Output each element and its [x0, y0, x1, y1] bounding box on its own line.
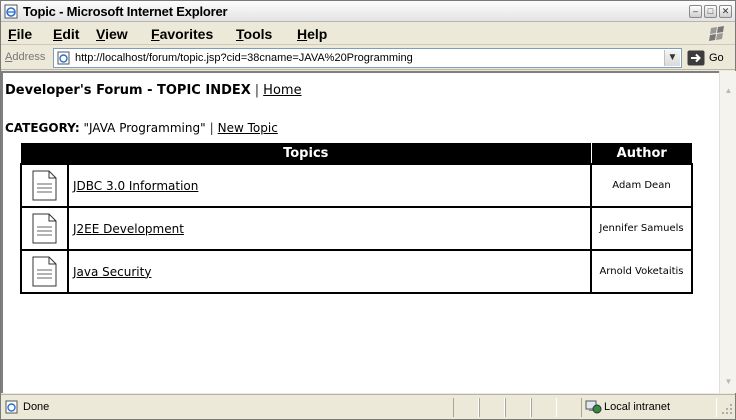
address-label: Address [5, 51, 46, 63]
browser-window: Topic - Microsoft Internet Explorer ‒ □ … [0, 0, 736, 420]
row-icon-cell [20, 163, 69, 208]
new-topic-link[interactable]: New Topic [218, 121, 278, 135]
table-row: JDBC 3.0 Information Adam Dean [20, 163, 693, 208]
go-arrow-icon[interactable] [687, 50, 705, 66]
row-icon-cell [20, 249, 69, 294]
topic-link-j2ee[interactable]: J2EE Development [73, 222, 184, 236]
menu-file[interactable]: File [8, 26, 32, 42]
category-name: "JAVA Programming" [83, 121, 206, 135]
topic-title-cell: JDBC 3.0 Information [67, 163, 592, 208]
local-intranet-icon [585, 400, 602, 414]
status-pane [531, 398, 557, 417]
menu-view[interactable]: View [96, 26, 128, 42]
document-icon [32, 213, 57, 244]
minimize-button[interactable]: ‒ [689, 5, 702, 18]
title-bar: Topic - Microsoft Internet Explorer ‒ □ … [1, 1, 735, 22]
ie-page-icon [5, 400, 18, 414]
scroll-up-icon[interactable]: ▲ [723, 85, 734, 96]
maximize-button[interactable]: □ [704, 5, 717, 18]
topic-author: Arnold Voketaitis [590, 249, 693, 294]
document-icon [32, 170, 57, 201]
table-row: J2EE Development Jennifer Samuels [20, 206, 693, 251]
status-pane [505, 398, 531, 417]
resize-grip-icon[interactable] [721, 403, 733, 415]
ie-page-icon [57, 51, 70, 65]
chevron-down-icon[interactable]: ▼ [664, 50, 680, 66]
menu-tools[interactable]: Tools [236, 26, 272, 42]
category-separator: | [209, 121, 214, 135]
address-bar: Address http://localhost/forum/topic.jsp… [1, 46, 735, 70]
forum-heading: Developer's Forum - TOPIC INDEX [5, 83, 251, 98]
vertical-scrollbar[interactable]: ▲ ▼ [719, 71, 736, 393]
windows-flag-icon [709, 26, 724, 41]
topic-author: Adam Dean [590, 163, 693, 208]
topic-author: Jennifer Samuels [590, 206, 693, 251]
scroll-down-icon[interactable]: ▼ [723, 376, 734, 387]
table-row: Java Security Arnold Voketaitis [20, 249, 693, 294]
address-value: http://localhost/forum/topic.jsp?cid=38c… [75, 52, 413, 64]
status-text: Done [23, 401, 50, 413]
topic-title-cell: J2EE Development [67, 206, 592, 251]
home-link[interactable]: Home [263, 83, 301, 98]
author-column-header: Author [591, 143, 692, 164]
status-zone-text: Local intranet [604, 401, 671, 413]
menu-edit[interactable]: Edit [53, 26, 79, 42]
close-button[interactable]: ✕ [719, 5, 732, 18]
window-title: Topic - Microsoft Internet Explorer [23, 4, 228, 19]
row-icon-cell [20, 206, 69, 251]
status-bar: Done Local intranet [1, 394, 735, 419]
address-input[interactable]: http://localhost/forum/topic.jsp?cid=38c… [53, 48, 682, 68]
document-icon [32, 256, 57, 287]
topic-link-java-security[interactable]: Java Security [73, 265, 151, 279]
page-title: Developer's Forum - TOPIC INDEX | Home [5, 83, 302, 98]
menu-help[interactable]: Help [297, 26, 327, 42]
page-content: Developer's Forum - TOPIC INDEX | Home CAT… [1, 71, 719, 393]
category-label: CATEGORY: [5, 121, 80, 135]
topic-title-cell: Java Security [67, 249, 592, 294]
menu-bar: File Edit View Favorites Tools Help [1, 23, 735, 45]
topics-table: Topics Author JDBC 3.0 Information Adam … [20, 143, 693, 294]
status-pane [453, 398, 479, 417]
category-line: CATEGORY: "JAVA Programming" | New Topic [5, 121, 278, 135]
table-header-row: Topics Author [21, 143, 692, 164]
heading-separator: | [254, 83, 260, 98]
topics-column-header: Topics [21, 143, 592, 164]
go-button[interactable]: Go [709, 52, 724, 64]
menu-favorites[interactable]: Favorites [151, 26, 213, 42]
ie-page-icon [4, 4, 18, 19]
topic-link-jdbc[interactable]: JDBC 3.0 Information [73, 179, 198, 193]
status-pane [479, 398, 505, 417]
